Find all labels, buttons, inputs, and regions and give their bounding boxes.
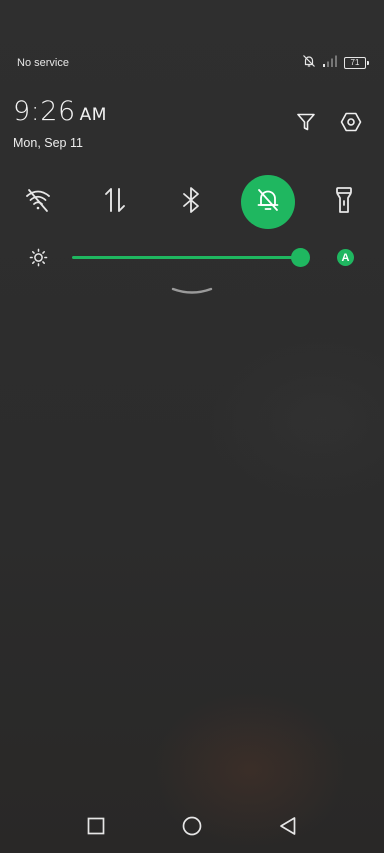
expand-handle[interactable] [170,284,214,302]
signal-weak-icon [323,54,337,72]
filter-icon [296,112,316,137]
navigation-bar [0,803,384,853]
filter-button[interactable] [292,110,320,138]
back-button[interactable] [277,816,299,841]
status-bar: No service 71 [17,52,369,74]
brightness-slider-track[interactable] [72,256,300,259]
battery-level: 71 [350,58,360,67]
tile-mobile-data[interactable] [88,175,142,229]
brightness-row: A [0,244,384,270]
tile-do-not-disturb[interactable] [241,175,295,229]
home-icon [182,816,202,841]
tile-bluetooth[interactable] [164,175,218,229]
flashlight-icon [330,186,358,219]
tile-flashlight[interactable] [317,175,371,229]
quick-settings-tiles [0,175,384,231]
data-arrows-icon [101,186,129,219]
auto-brightness-button[interactable]: A [337,249,354,266]
notifications-off-icon [302,54,316,73]
tile-wifi[interactable] [11,175,65,229]
clock[interactable]: 9:26 AM [13,96,107,127]
wifi-off-icon [24,186,52,219]
brightness-sun-icon [29,248,48,272]
bluetooth-icon [177,186,205,219]
status-icons: 71 [302,54,369,73]
settings-button[interactable] [337,110,365,138]
home-button[interactable] [181,816,203,841]
brightness-slider-thumb[interactable] [290,248,310,267]
settings-hexagon-icon [340,111,362,138]
wallpaper-background [0,0,384,853]
recents-icon [87,817,105,840]
clock-time: 9:26 [13,96,76,127]
battery-icon: 71 [344,57,369,69]
carrier-label: No service [17,57,69,69]
back-icon [279,816,297,841]
clock-ampm: AM [79,105,107,125]
recents-button[interactable] [85,817,107,839]
bell-off-icon [254,186,282,219]
date-label[interactable]: Mon, Sep 11 [13,136,83,150]
